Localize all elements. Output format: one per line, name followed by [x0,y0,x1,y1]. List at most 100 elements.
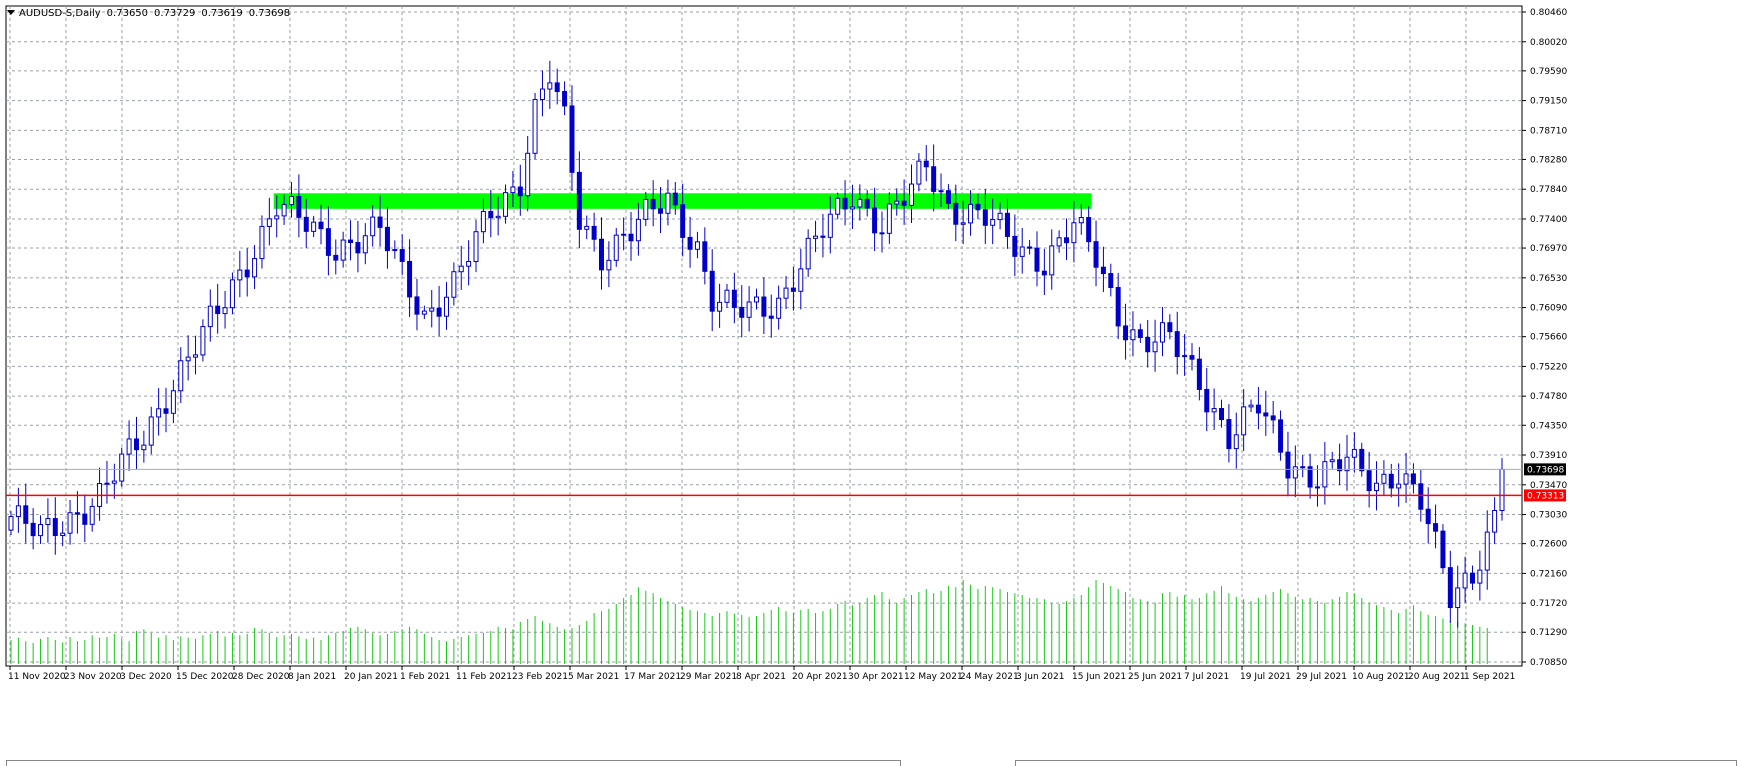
candle-body-up [288,196,294,206]
candle-body-up [621,233,627,236]
candle-body-up [141,444,147,451]
x-tick-label: 19 Jul 2021 [1240,672,1291,682]
close-value: 0.73698 [248,8,291,19]
candle-body-up [894,200,900,205]
x-tick-label: 11 Feb 2021 [456,672,512,682]
candle-body-down [163,408,169,414]
candle-body-up [311,221,317,232]
candle-body-down [1469,572,1475,584]
candle-body-down [436,307,442,317]
candle-body-down [333,254,339,261]
candle-body-up [1322,461,1328,488]
candle-body-down [1027,246,1033,249]
candle-body-up [1233,434,1239,450]
low-value: 0.73619 [201,8,243,19]
candle-body-down [680,204,686,238]
dropdown-triangle-icon[interactable] [7,10,15,15]
candle-body-down [23,505,29,524]
candle-body-down [407,260,413,298]
candle-body-up [532,98,538,154]
candle-body-up [111,480,117,484]
candle-body-up [539,88,545,100]
candle-body-up [1314,486,1320,489]
candle-body-up [451,271,457,298]
candle-body-up [510,186,516,194]
candle-body-down [562,91,568,107]
candle-body-up [1455,587,1461,609]
x-tick-label: 5 Mar 2021 [568,672,619,682]
chart-scrollbar-right[interactable] [1015,760,1737,766]
candle-body-up [606,259,612,271]
candle-body-up [613,234,619,261]
candle-body-down [303,216,309,232]
candle-body-up [997,212,1003,221]
chart-window[interactable]: 0.80460 0.80020 0.79590 0.79150 0.78710 0.782… [0,0,1743,766]
x-tick-label: 1 Sep 2021 [1464,672,1515,682]
candle-body-up [584,225,590,230]
candle-body-down [133,438,139,451]
candle-body-down [658,208,664,214]
candle-body-up [466,260,472,267]
candle-body-up [281,204,287,217]
candle-body-up [156,408,162,418]
candle-body-down [945,190,951,204]
candle-body-up [1248,404,1254,408]
x-tick-label: 24 May 2021 [960,672,1019,682]
candle-body-down [318,221,324,230]
candle-body-up [252,258,258,278]
candle-body-down [1440,530,1446,569]
candle-body-up [1374,482,1380,492]
y-tick-label: 0.80460 [1530,8,1567,18]
candle-body-up [805,237,811,270]
candle-body-up [185,356,191,362]
candle-body-up [1381,473,1387,484]
x-tick-label: 10 Aug 2021 [1352,672,1410,682]
candle-body-up [849,206,855,210]
candle-body-down [790,287,796,292]
x-tick-label: 28 Dec 2020 [232,672,290,682]
chart-scrollbar-left[interactable] [6,760,901,766]
candle-body-down [1137,329,1143,338]
candle-body-down [1366,470,1372,492]
candle-body-down [1034,247,1040,272]
y-tick-label: 0.75660 [1530,333,1567,343]
candle-body-down [377,216,383,228]
y-tick-label: 0.73910 [1530,451,1567,461]
y-tick-label: 0.74350 [1530,421,1567,431]
candle-body-up [495,215,501,219]
candle-body-up [67,512,73,534]
candle-body-up [38,524,44,537]
candle-body-up [909,183,915,206]
candle-body-up [148,416,154,446]
candle-body-up [1344,456,1350,472]
candle-body-down [488,211,494,219]
candle-body-down [52,518,58,537]
candle-body-down [1359,448,1365,472]
y-tick-label: 0.72160 [1530,569,1567,579]
candle-body-down [1263,412,1269,417]
x-tick-label: 11 Nov 2020 [8,672,66,682]
candle-body-up [694,241,700,250]
candle-body-down [348,239,354,244]
candle-body-up [362,235,368,254]
candle-body-up [421,310,427,315]
candle-body-down [1004,212,1010,237]
candle-body-down [1278,419,1284,453]
price-chart[interactable]: 0.80460 0.80020 0.79590 0.79150 0.78710 0.782… [0,0,1743,766]
candle-body-down [901,200,907,206]
x-tick-label: 29 Jul 2021 [1296,672,1347,682]
candle-body-down [1196,358,1202,390]
x-tick-label: 20 Apr 2021 [792,672,848,682]
candle-body-up [1499,468,1505,512]
symbol-label: AUDUSD-S,Daily [19,8,101,19]
candle-body-up [15,505,21,518]
candle-body-up [1300,466,1306,469]
x-tick-label: 8 Jan 2021 [288,672,336,682]
candle-body-down [687,236,693,250]
candle-body-up [938,190,944,193]
candle-body-down [1041,270,1047,276]
candle-body-down [30,522,36,537]
candle-body-up [8,516,14,531]
candle-body-up [835,197,841,215]
y-tick-label: 0.73470 [1530,481,1567,491]
